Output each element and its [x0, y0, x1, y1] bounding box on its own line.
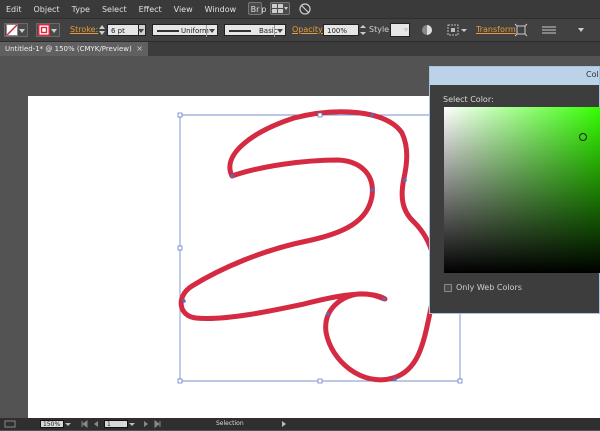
menu-icons: Br: [248, 2, 312, 15]
first-artboard-icon[interactable]: [80, 420, 88, 428]
status-bar: 150% 1 Selection: [0, 418, 600, 430]
color-picker-panel: Col Select Color: Only Web Colors: [429, 66, 600, 314]
color-picker-title: Col: [586, 70, 599, 79]
close-icon[interactable]: ×: [136, 42, 143, 56]
gpu-icon[interactable]: [298, 2, 312, 15]
document-tab-bar: Untitled-1* @ 150% (CMYK/Preview) ×: [0, 42, 600, 56]
next-artboard-icon[interactable]: [142, 420, 150, 428]
document-tab-title: Untitled-1* @ 150% (CMYK/Preview): [5, 45, 132, 53]
chevron-down-icon: [19, 29, 25, 33]
current-tool-status[interactable]: Selection: [216, 420, 276, 428]
chevron-down-icon: [51, 29, 57, 33]
document-tab[interactable]: Untitled-1* @ 150% (CMYK/Preview) ×: [0, 42, 148, 56]
profile-label: Uniform: [181, 27, 209, 35]
isolate-icon[interactable]: [514, 23, 528, 37]
panel-menu-icon[interactable]: [540, 23, 558, 37]
arrange-documents-icon[interactable]: [270, 2, 290, 15]
opacity-label[interactable]: Opacity:: [292, 23, 325, 37]
transform-label[interactable]: Transform: [476, 23, 516, 37]
menu-edit[interactable]: Edit: [0, 5, 28, 14]
style-label: Style:: [369, 25, 392, 34]
chevron-down-icon: [209, 29, 215, 33]
stroke-swatch[interactable]: [36, 23, 60, 37]
recolor-artwork-icon[interactable]: [420, 23, 434, 37]
last-artboard-icon[interactable]: [154, 420, 162, 428]
chevron-down-icon: [277, 29, 283, 33]
control-bar: Stroke: 6 pt Uniform Basic Opacity: 100%…: [0, 18, 600, 42]
br-icon[interactable]: Br: [248, 2, 262, 15]
zoom-field[interactable]: 150%: [40, 420, 64, 428]
zoom-dropdown-icon[interactable]: [64, 420, 72, 428]
brush-definition-dropdown[interactable]: Basic: [224, 24, 286, 37]
only-web-colors-option[interactable]: Only Web Colors: [444, 283, 522, 292]
artboard-number-field[interactable]: 1: [104, 420, 128, 428]
menu-object[interactable]: Object: [28, 5, 66, 14]
only-web-colors-checkbox[interactable]: [444, 283, 452, 292]
align-icon[interactable]: [447, 23, 469, 37]
opacity-field[interactable]: 100%: [323, 24, 359, 36]
selection-handles[interactable]: [177, 112, 463, 384]
menu-type[interactable]: Type: [66, 5, 96, 14]
anchor-points[interactable]: [182, 113, 407, 381]
color-picker-title-bar[interactable]: Col: [430, 67, 599, 85]
menu-effect[interactable]: Effect: [133, 5, 168, 14]
menu-window[interactable]: Window: [199, 5, 243, 14]
status-menu-icon[interactable]: [280, 420, 288, 428]
brush-stroke-path[interactable]: [178, 109, 438, 383]
only-web-colors-label: Only Web Colors: [456, 283, 522, 292]
selection-bounding-box[interactable]: [179, 114, 461, 382]
previous-artboard-icon[interactable]: [92, 420, 100, 428]
color-selector-ring[interactable]: [579, 133, 587, 141]
stroke-weight-dropdown-icon[interactable]: [138, 24, 146, 36]
zoom-menu-icon[interactable]: [4, 420, 18, 428]
color-field[interactable]: [444, 107, 600, 273]
fill-swatch[interactable]: [4, 23, 28, 37]
stroke-weight-stepper[interactable]: [98, 23, 106, 37]
menu-bar: Edit Object Type Select Effect View Wind…: [0, 0, 600, 18]
stroke-label[interactable]: Stroke:: [70, 23, 98, 37]
variable-width-profile-dropdown[interactable]: Uniform: [152, 24, 218, 37]
graphic-style-dropdown-icon[interactable]: [402, 23, 410, 37]
brush-stroke-preview: [229, 30, 251, 32]
control-bar-menu-chevron-icon[interactable]: [577, 23, 585, 37]
menu-select[interactable]: Select: [96, 5, 133, 14]
opacity-dropdown-icon[interactable]: [359, 24, 367, 36]
menu-view[interactable]: View: [168, 5, 199, 14]
select-color-label: Select Color:: [443, 95, 494, 104]
artboard-dropdown-icon[interactable]: [128, 420, 136, 428]
profile-stroke-preview: [157, 30, 179, 32]
